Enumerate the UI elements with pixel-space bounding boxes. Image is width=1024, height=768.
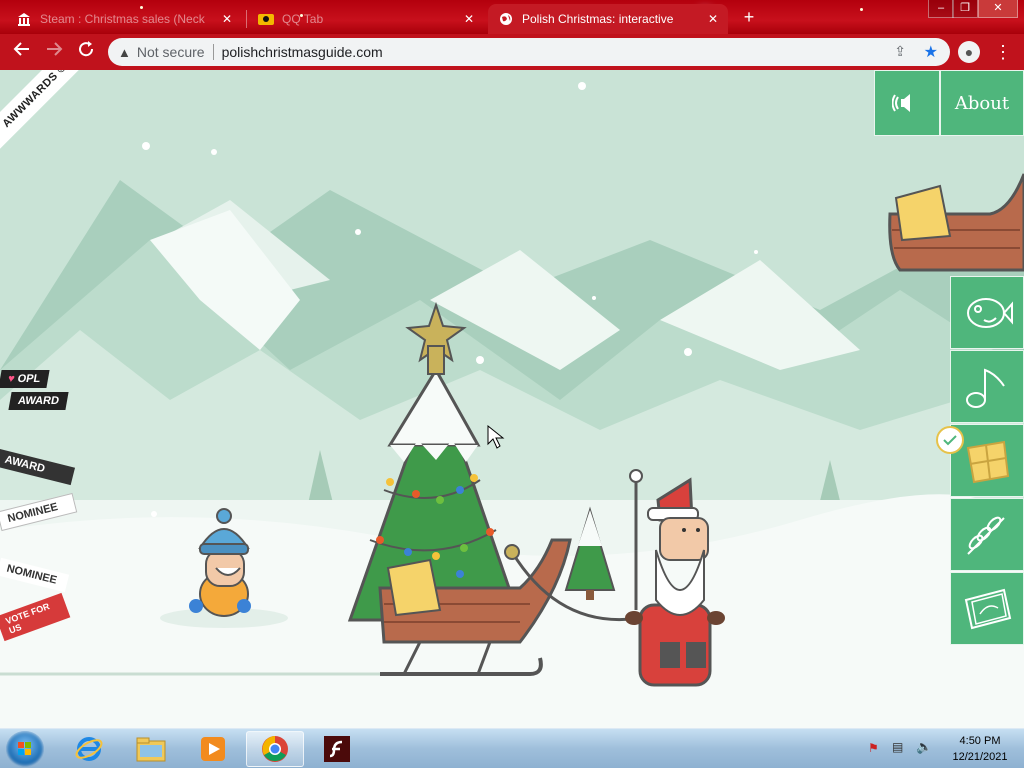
arrow-right-icon xyxy=(47,42,63,56)
close-window-button[interactable]: ✕ xyxy=(978,0,1018,18)
opl-ribbon[interactable]: ♥ OPL xyxy=(0,370,50,388)
about-button[interactable]: About xyxy=(940,70,1024,136)
system-tray: ⚑ ▤ 🔈 4:50 PM 12/21/2021 xyxy=(860,729,1024,768)
maximize-button[interactable]: ❐ xyxy=(952,0,978,18)
url-text[interactable]: polishchristmasguide.com xyxy=(222,44,383,60)
opl-award-ribbon[interactable]: AWARD xyxy=(8,392,69,410)
media-player-icon xyxy=(201,737,225,761)
close-icon[interactable]: ✕ xyxy=(708,12,718,26)
tab-strip: Steam : Christmas sales (Neck ✕ QQ Tab ✕… xyxy=(0,0,1024,34)
wafer-icon xyxy=(964,588,1012,629)
windows-logo-icon xyxy=(18,742,31,755)
qq-icon xyxy=(258,11,274,27)
wheat-icon xyxy=(967,516,1005,555)
profile-avatar-icon[interactable]: ● xyxy=(958,41,980,63)
tab-qq[interactable]: QQ Tab ✕ xyxy=(248,4,484,34)
menu-item-fish[interactable] xyxy=(950,276,1024,349)
arrow-left-icon xyxy=(13,42,29,56)
menu-dots-icon[interactable]: ⋮ xyxy=(994,40,1012,64)
windows-taskbar: ⚑ ▤ 🔈 4:50 PM 12/21/2021 xyxy=(0,728,1024,768)
page-content: AWWWARDS ©H.M ♥ OPL AWARD AWARD NOMINEE … xyxy=(0,70,1024,728)
address-bar[interactable]: ▲ Not secure polishchristmasguide.com ⇪ … xyxy=(108,38,950,66)
volume-icon[interactable]: 🔈 xyxy=(916,739,932,755)
menu-item-carols[interactable] xyxy=(950,350,1024,423)
bank-icon xyxy=(16,11,32,27)
browser-toolbar: ▲ Not secure polishchristmasguide.com ⇪ … xyxy=(0,34,1024,70)
sound-toggle-button[interactable] xyxy=(874,70,940,136)
gifts-checkmark-icon xyxy=(936,426,964,454)
music-note-icon xyxy=(966,368,1005,408)
internet-explorer-button[interactable] xyxy=(60,731,118,767)
file-explorer-button[interactable] xyxy=(122,731,180,767)
tab-title: Polish Christmas: interactive xyxy=(522,12,674,26)
tab-title: Steam : Christmas sales (Neck xyxy=(40,12,205,26)
bookmark-star-icon[interactable]: ★ xyxy=(924,42,938,62)
system-clock[interactable]: 4:50 PM 12/21/2021 xyxy=(944,733,1016,765)
clock-date: 12/21/2021 xyxy=(952,751,1008,763)
chrome-button[interactable] xyxy=(246,731,304,767)
about-label: About xyxy=(954,92,1010,114)
close-icon[interactable]: ✕ xyxy=(464,12,474,26)
flash-icon xyxy=(324,736,350,762)
action-center-flag-icon[interactable]: ⚑ xyxy=(868,741,879,755)
forward-button[interactable] xyxy=(42,40,66,64)
minimize-button[interactable]: – xyxy=(928,0,954,18)
speaker-icon xyxy=(892,94,910,112)
winter-scene xyxy=(0,82,1024,728)
clock-time: 4:50 PM xyxy=(959,735,1001,747)
menu-item-wheat[interactable] xyxy=(950,498,1024,571)
tab-steam[interactable]: Steam : Christmas sales (Neck ✕ xyxy=(6,4,242,34)
sleigh-menu-preview[interactable] xyxy=(888,173,1024,272)
security-status: Not secure xyxy=(136,44,205,60)
back-button[interactable] xyxy=(10,40,34,64)
internet-explorer-icon xyxy=(75,737,103,761)
fish-icon xyxy=(967,297,1013,328)
reload-icon xyxy=(79,41,94,57)
screen: Steam : Christmas sales (Neck ✕ QQ Tab ✕… xyxy=(0,0,1024,768)
flash-player-button[interactable] xyxy=(308,731,366,767)
media-player-button[interactable] xyxy=(184,731,242,767)
share-icon[interactable]: ⇪ xyxy=(894,43,906,60)
globe-icon xyxy=(498,11,514,27)
start-button[interactable] xyxy=(6,731,44,767)
warning-icon: ▲ xyxy=(118,44,131,60)
close-icon[interactable]: ✕ xyxy=(222,12,232,26)
chrome-icon xyxy=(262,736,288,762)
tab-title: QQ Tab xyxy=(282,12,324,26)
file-explorer-icon xyxy=(136,737,166,762)
new-tab-button[interactable]: + xyxy=(738,6,760,28)
network-icon[interactable]: ▤ xyxy=(892,740,903,754)
gift-icon xyxy=(966,440,1010,483)
opl-label: OPL xyxy=(16,373,42,385)
tab-polish-christmas[interactable]: Polish Christmas: interactive ✕ xyxy=(488,4,728,34)
reload-button[interactable] xyxy=(74,40,98,64)
menu-item-wafer[interactable] xyxy=(950,572,1024,645)
